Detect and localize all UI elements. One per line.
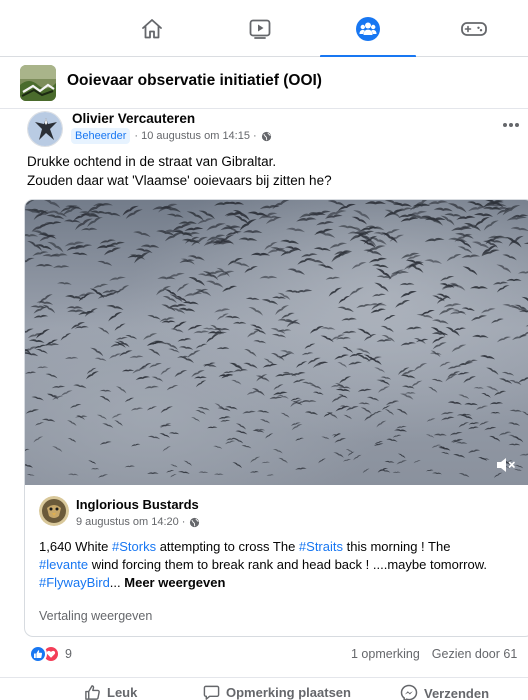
shared-separator: ·: [178, 516, 186, 528]
messenger-icon: [400, 684, 418, 700]
hashtag-link[interactable]: #FlywayBird: [39, 575, 110, 590]
see-translation-link[interactable]: Vertaling weergeven: [39, 609, 152, 623]
globe-icon: [190, 517, 200, 527]
shared-text-segment: 1,640 White: [39, 539, 112, 554]
tab-gaming[interactable]: [426, 0, 522, 57]
shared-post-meta: 9 augustus om 14:20 ·: [76, 516, 200, 528]
post-date[interactable]: 10 augustus om 14:15: [141, 130, 250, 142]
shared-text-segment: this morning ! The: [343, 539, 451, 554]
admin-badge: Beheerder: [71, 128, 131, 144]
post-text: Drukke ochtend in de straat van Gibralta…: [27, 152, 517, 190]
top-navigation: [0, 0, 528, 58]
like-button[interactable]: Leuk: [84, 684, 137, 700]
tab-home[interactable]: [104, 0, 200, 57]
shared-text-segment: attempting to cross The: [156, 539, 299, 554]
comment-count[interactable]: 1 opmerking: [351, 647, 420, 661]
shared-post-date[interactable]: 9 augustus om 14:20: [76, 516, 179, 528]
gaming-icon: [461, 21, 487, 36]
more-dot-icon: [503, 123, 507, 127]
group-name[interactable]: Ooievaar observatie initiatief (OOI): [67, 72, 322, 90]
more-dot-icon: [515, 123, 519, 127]
like-reaction-icon: [29, 645, 47, 663]
see-more-link[interactable]: Meer weergeven: [124, 575, 225, 590]
globe-icon: [261, 131, 271, 141]
like-label: Leuk: [107, 685, 138, 700]
tab-groups[interactable]: [320, 0, 416, 58]
comment-button[interactable]: Opmerking plaatsen: [203, 684, 351, 700]
post-author-name[interactable]: Olivier Vercauteren: [72, 111, 195, 126]
author-avatar[interactable]: [27, 111, 63, 147]
thumbs-up-icon: [85, 685, 100, 700]
group-header[interactable]: Ooievaar observatie initiatief (OOI): [0, 57, 528, 109]
comment-label: Opmerking plaatsen: [226, 685, 351, 700]
shared-author-avatar[interactable]: [39, 496, 69, 526]
post-stats: 1 opmerking Gezien door 61: [351, 647, 517, 661]
shared-author-name[interactable]: Inglorious Bustards: [76, 497, 199, 512]
post-separator: ·: [134, 130, 142, 142]
post-separator: ·: [249, 130, 257, 142]
hashtag-link[interactable]: #Storks: [112, 539, 156, 554]
shared-post-text: 1,640 White #Storks attempting to cross …: [39, 538, 519, 592]
more-dot-icon: [509, 123, 513, 127]
storks-video-frame[interactable]: [25, 200, 528, 485]
hashtag-link[interactable]: #levante: [39, 557, 88, 572]
post-meta: Beheerder · 10 augustus om 14:15 ·: [71, 128, 272, 144]
tab-video[interactable]: [212, 0, 308, 57]
mute-button[interactable]: [495, 456, 517, 474]
comment-icon: [203, 685, 220, 700]
hashtag-link[interactable]: #Straits: [299, 539, 343, 554]
home-icon: [142, 18, 162, 38]
reaction-count[interactable]: 9: [65, 647, 72, 661]
video-player[interactable]: [25, 200, 528, 485]
send-button[interactable]: Verzenden: [400, 684, 489, 700]
view-count[interactable]: Gezien door 61: [432, 647, 517, 661]
send-label: Verzenden: [424, 685, 490, 700]
post-text-line: Drukke ochtend in de straat van Gibralta…: [27, 154, 277, 169]
video-icon: [249, 19, 271, 39]
shared-post-card[interactable]: Inglorious Bustards 9 augustus om 14:20 …: [24, 199, 528, 637]
shared-text-segment: wind forcing them to break rank and head…: [88, 557, 488, 572]
post-text-line: Zouden daar wat 'Vlaamse' ooievaars bij …: [27, 173, 332, 188]
shared-text-segment: ...: [109, 575, 121, 590]
group-cover-image[interactable]: [20, 65, 56, 101]
groups-icon: [356, 16, 380, 41]
speaker-muted-icon: [497, 458, 515, 472]
post-action-bar: Leuk Opmerking plaatsen Verzenden: [0, 677, 528, 700]
more-options-button[interactable]: [500, 115, 522, 135]
reaction-summary[interactable]: 9: [29, 645, 72, 663]
